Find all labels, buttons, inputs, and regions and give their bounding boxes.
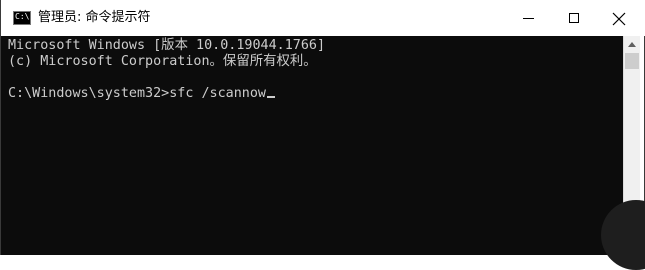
- minimize-button[interactable]: [505, 0, 551, 36]
- minimize-icon: [523, 18, 534, 19]
- window-title: 管理员: 命令提示符: [38, 10, 151, 25]
- close-icon: [612, 12, 626, 26]
- console-output[interactable]: Microsoft Windows [版本 10.0.19044.1766] (…: [1, 36, 623, 255]
- text-cursor: [266, 96, 275, 98]
- console-line-copyright: (c) Microsoft Corporation。保留所有权利。: [8, 54, 317, 69]
- scroll-up-arrow-icon[interactable]: [628, 42, 636, 47]
- scroll-thumb[interactable]: [625, 53, 639, 69]
- cmd-window: C:\ 管理员: 命令提示符 Microsoft Windows [版本 10.…: [0, 0, 645, 270]
- cmd-icon-glyph: C:\: [15, 12, 30, 21]
- console-line-version: Microsoft Windows [版本 10.0.19044.1766]: [8, 38, 326, 53]
- maximize-button[interactable]: [551, 0, 597, 36]
- close-button[interactable]: [597, 0, 643, 36]
- title-bar[interactable]: C:\ 管理员: 命令提示符: [1, 0, 645, 36]
- cmd-icon[interactable]: C:\: [13, 11, 31, 25]
- maximize-icon: [569, 13, 579, 23]
- console-prompt-line[interactable]: C:\Windows\system32>sfc /scannow: [8, 86, 275, 102]
- console-command-text: C:\Windows\system32>sfc /scannow: [8, 86, 266, 101]
